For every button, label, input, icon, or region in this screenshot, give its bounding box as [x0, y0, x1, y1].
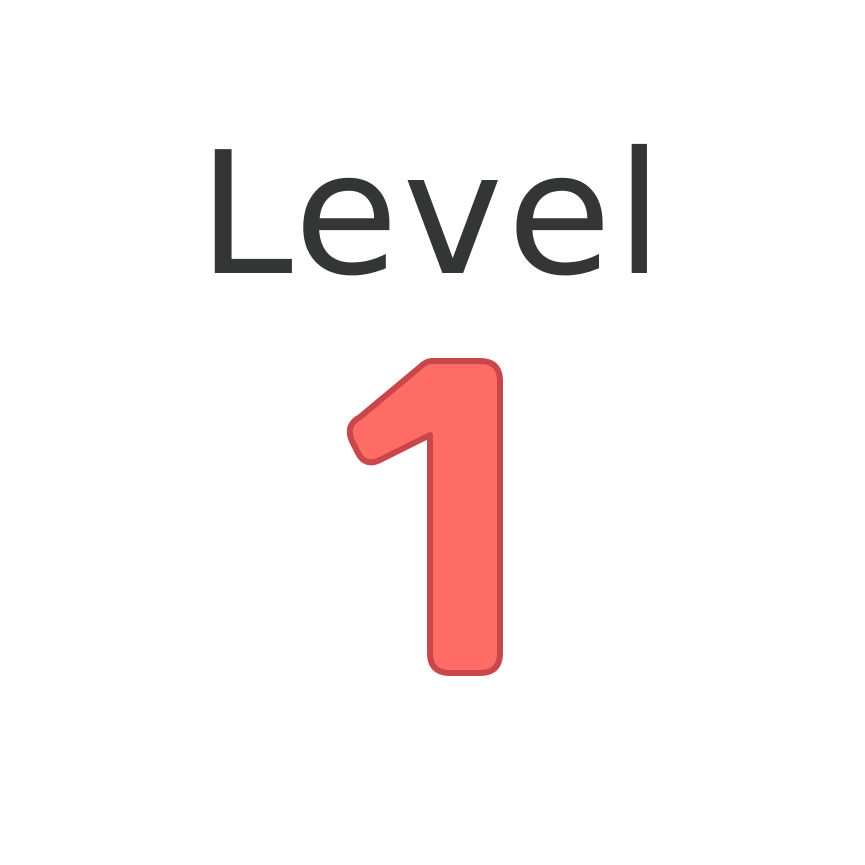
level-title: Level	[198, 116, 667, 314]
level-number-glyph	[346, 358, 503, 676]
level-intro-screen: Level 1	[0, 0, 865, 865]
level-number-text: 1	[330, 680, 331, 681]
level-number: 1	[330, 355, 530, 680]
